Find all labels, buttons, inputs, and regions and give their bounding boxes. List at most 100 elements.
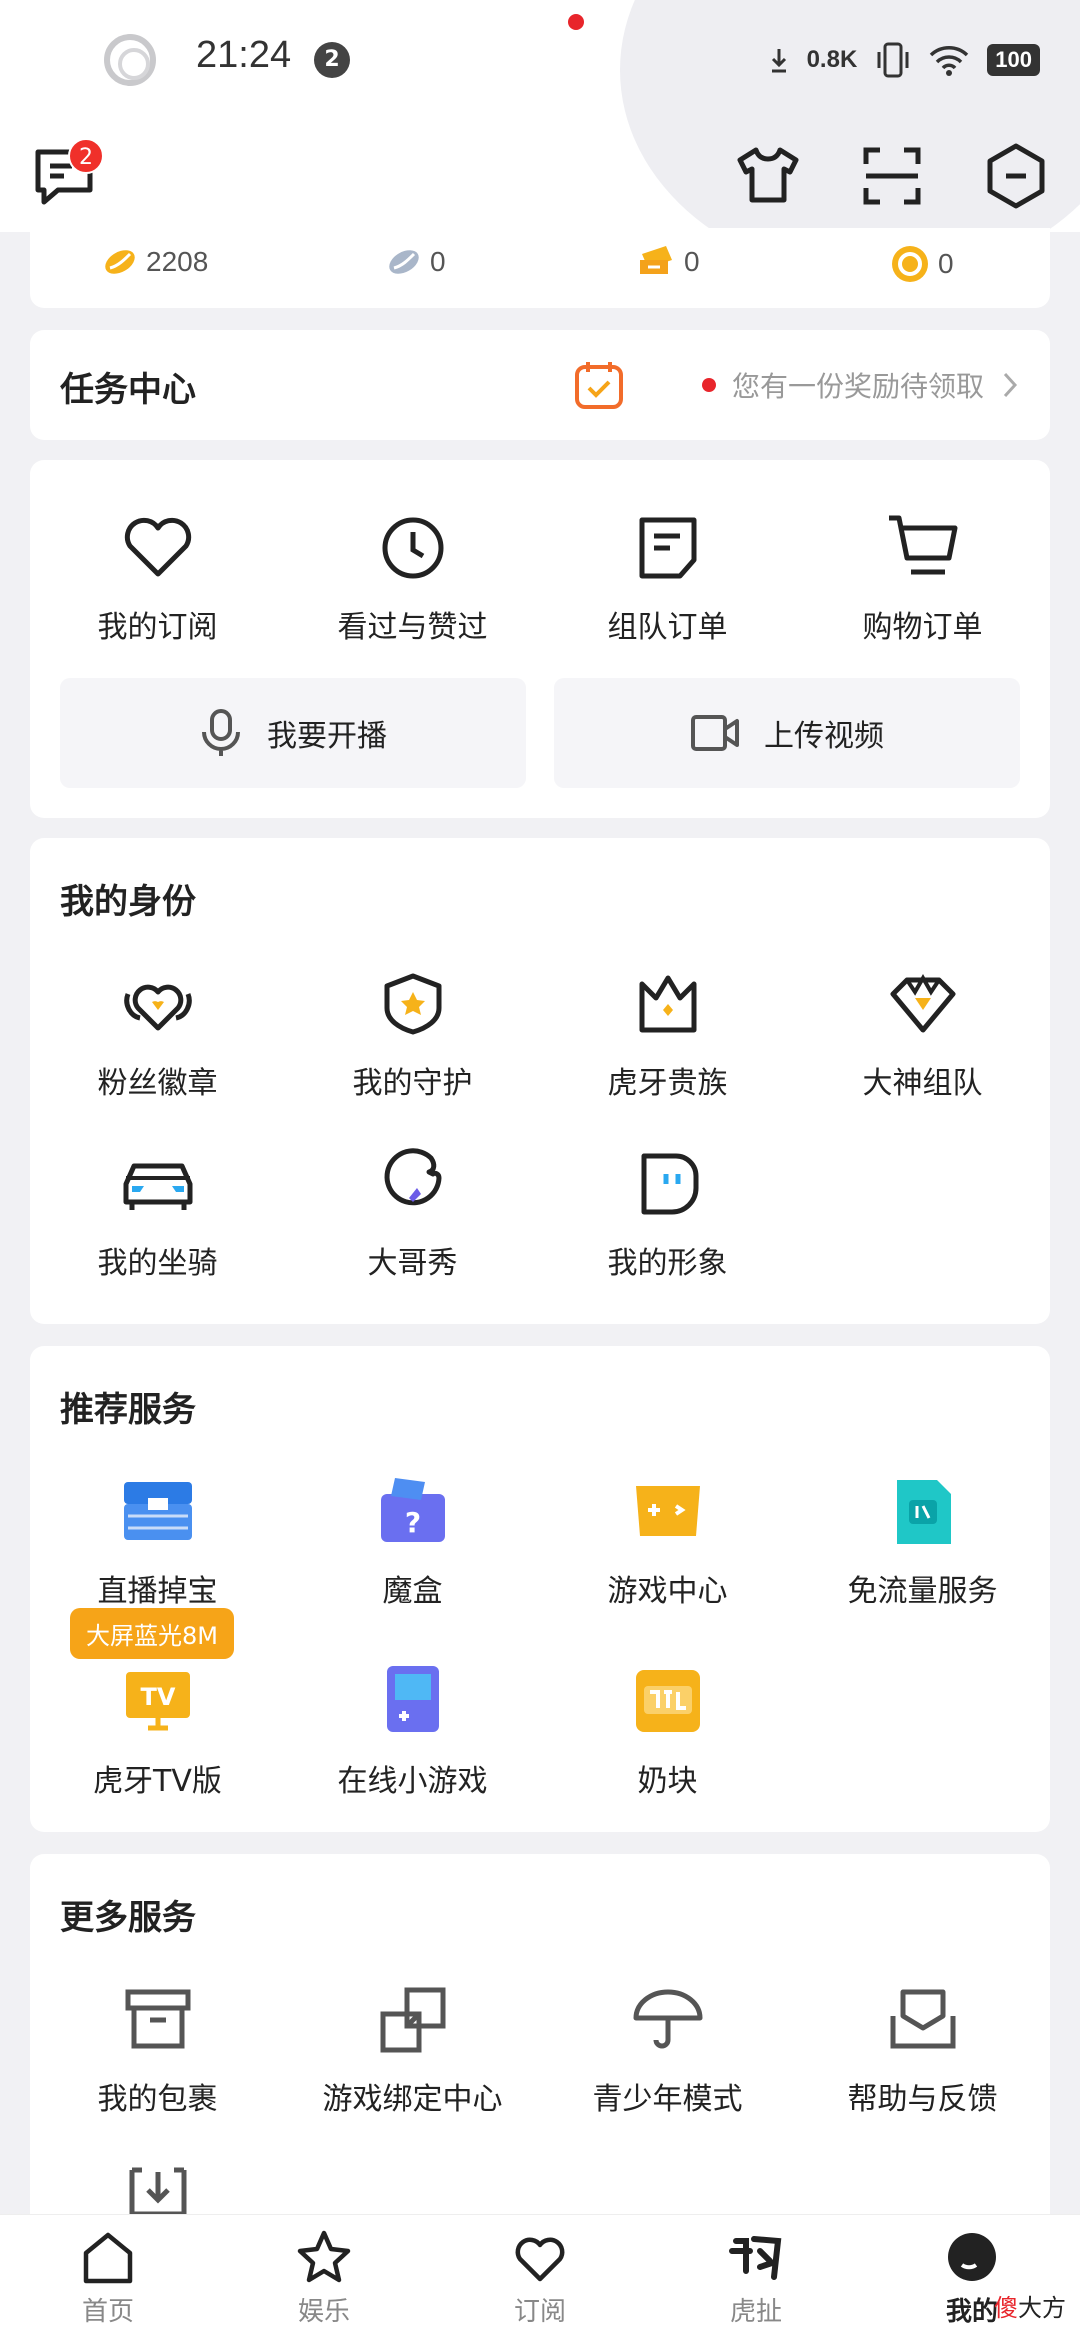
clock-icon	[382, 517, 443, 579]
brother-show-icon	[384, 1148, 441, 1206]
heart-icon	[515, 2237, 565, 2282]
cart-icon	[888, 515, 957, 575]
identity-master-team[interactable]: 大神组队	[795, 964, 1050, 1102]
identity-nobility[interactable]: 虎牙贵族	[540, 964, 795, 1102]
gold-bean-icon	[105, 250, 135, 274]
identity-label: 大哥秀	[367, 1246, 458, 1281]
watermark-prefix: 傻	[994, 2294, 1018, 2322]
status-time: 21:24	[196, 34, 292, 76]
service-label: 在线小游戏	[337, 1764, 488, 1799]
service-live-drop[interactable]: 直播掉宝	[30, 1472, 285, 1610]
service-naikuai[interactable]: 奶块	[540, 1662, 795, 1800]
currency-gold-bean[interactable]: 2208	[102, 244, 208, 280]
currency-ticket[interactable]: 0	[636, 244, 700, 280]
quick-links-card: 我的订阅 看过与赞过 组队订单 购物订单 我要开播 上传视频	[30, 460, 1050, 818]
download-arrow-icon	[771, 49, 786, 73]
identity-brother-show[interactable]: 大哥秀	[285, 1144, 540, 1282]
service-label: 游戏中心	[607, 1574, 728, 1609]
identity-guard[interactable]: 我的守护	[285, 964, 540, 1102]
ticket-icon	[640, 246, 672, 274]
tab-huche[interactable]: 虎扯	[648, 2215, 864, 2340]
tab-subscribe[interactable]: 订阅	[432, 2215, 648, 2340]
calendar-check-icon	[574, 362, 623, 409]
network-speed: 0.8K	[806, 46, 858, 73]
quick-link-label: 购物订单	[862, 610, 983, 645]
download-box-icon	[129, 2167, 187, 2217]
more-package[interactable]: 我的包裹	[30, 1980, 285, 2118]
broadcast-label: 我要开播	[267, 719, 387, 754]
currency-coin[interactable]: 0	[890, 244, 954, 284]
sim-card-icon	[896, 1480, 951, 1544]
quick-link-subscriptions[interactable]: 我的订阅	[30, 508, 285, 646]
tab-entertainment[interactable]: 娱乐	[216, 2215, 432, 2340]
more-label: 青少年模式	[592, 2082, 743, 2117]
tshirt-icon[interactable]	[734, 142, 802, 210]
identity-mount[interactable]: 我的坐骑	[30, 1144, 285, 1282]
currency-card: 2208 0 0 0	[30, 228, 1050, 308]
currency-silver-bean[interactable]: 0	[386, 244, 446, 280]
promo-tag: 大屏蓝光8M	[70, 1608, 234, 1659]
game-center-icon	[635, 1486, 700, 1536]
more-game-binding[interactable]: 游戏绑定中心	[285, 1980, 540, 2118]
package-icon	[125, 1989, 190, 2049]
scan-icon[interactable]	[858, 142, 926, 210]
upload-video-button[interactable]: 上传视频	[554, 678, 1020, 788]
recommended-card: 推荐服务 直播掉宝 ? 魔盒 游戏中心 免流量服务 TV 虎牙TV版 在线小游戏	[30, 1346, 1050, 1832]
tab-label: 娱乐	[297, 2297, 350, 2327]
huche-icon	[729, 2236, 782, 2280]
order-icon	[639, 517, 696, 579]
identity-fan-badge[interactable]: 粉丝徽章	[30, 964, 285, 1102]
identity-label: 大神组队	[862, 1066, 983, 1101]
tab-label: 订阅	[513, 2297, 566, 2327]
task-center-title: 任务中心	[60, 370, 196, 410]
settings-icon[interactable]	[982, 142, 1050, 210]
naikuai-icon	[635, 1670, 700, 1732]
quick-link-history[interactable]: 看过与赞过	[285, 508, 540, 646]
service-label: 免流量服务	[847, 1574, 998, 1609]
identity-title: 我的身份	[60, 882, 196, 922]
status-notification-badge: 2	[314, 42, 350, 78]
status-ring-icon	[104, 34, 156, 86]
tab-home[interactable]: 首页	[0, 2215, 216, 2340]
currency-value: 0	[938, 248, 954, 279]
message-badge: 2	[68, 138, 104, 174]
link-icon	[380, 1987, 445, 2053]
video-camera-icon	[691, 715, 739, 751]
master-team-icon	[890, 973, 955, 1033]
more-youth-mode[interactable]: 青少年模式	[540, 1980, 795, 2118]
watermark-suffix: 大方	[1018, 2294, 1066, 2322]
identity-label: 我的坐骑	[97, 1246, 218, 1281]
upload-label: 上传视频	[764, 719, 884, 754]
identity-label: 虎牙贵族	[607, 1066, 728, 1101]
service-label: 虎牙TV版	[93, 1764, 222, 1799]
vibrate-icon	[877, 42, 909, 78]
service-label: 奶块	[637, 1764, 698, 1799]
service-mystery-box[interactable]: ? 魔盒	[285, 1472, 540, 1610]
treasure-box-icon	[123, 1482, 192, 1540]
currency-value: 0	[430, 246, 446, 277]
more-services-card: 更多服务 我的包裹 游戏绑定中心 青少年模式 帮助与反馈	[30, 1854, 1050, 2254]
quick-link-shopping-orders[interactable]: 购物订单	[795, 508, 1050, 646]
heart-icon	[124, 517, 191, 577]
battery-level: 100	[987, 44, 1040, 76]
task-center-card[interactable]: 任务中心 您有一份奖励待领取	[30, 330, 1050, 440]
start-broadcast-button[interactable]: 我要开播	[60, 678, 526, 788]
identity-avatar-look[interactable]: 我的形象	[540, 1144, 795, 1282]
guard-icon	[384, 973, 441, 1035]
tv-icon: TV	[125, 1672, 190, 1731]
watermark: 傻大方	[994, 2288, 1066, 2323]
crown-icon	[639, 975, 696, 1033]
profile-icon	[948, 2233, 996, 2281]
currency-value: 2208	[146, 246, 209, 277]
more-help-feedback[interactable]: 帮助与反馈	[795, 1980, 1050, 2118]
inbox-icon	[890, 1989, 955, 2049]
service-mini-games[interactable]: 在线小游戏	[285, 1662, 540, 1800]
identity-label: 我的守护	[352, 1066, 473, 1101]
service-tv[interactable]: TV 虎牙TV版	[30, 1662, 285, 1800]
more-label: 我的包裹	[97, 2082, 218, 2117]
service-game-center[interactable]: 游戏中心	[540, 1472, 795, 1610]
tab-label: 首页	[81, 2297, 134, 2327]
quick-link-team-orders[interactable]: 组队订单	[540, 508, 795, 646]
coin-icon	[892, 246, 928, 282]
service-free-data[interactable]: 免流量服务	[795, 1472, 1050, 1610]
